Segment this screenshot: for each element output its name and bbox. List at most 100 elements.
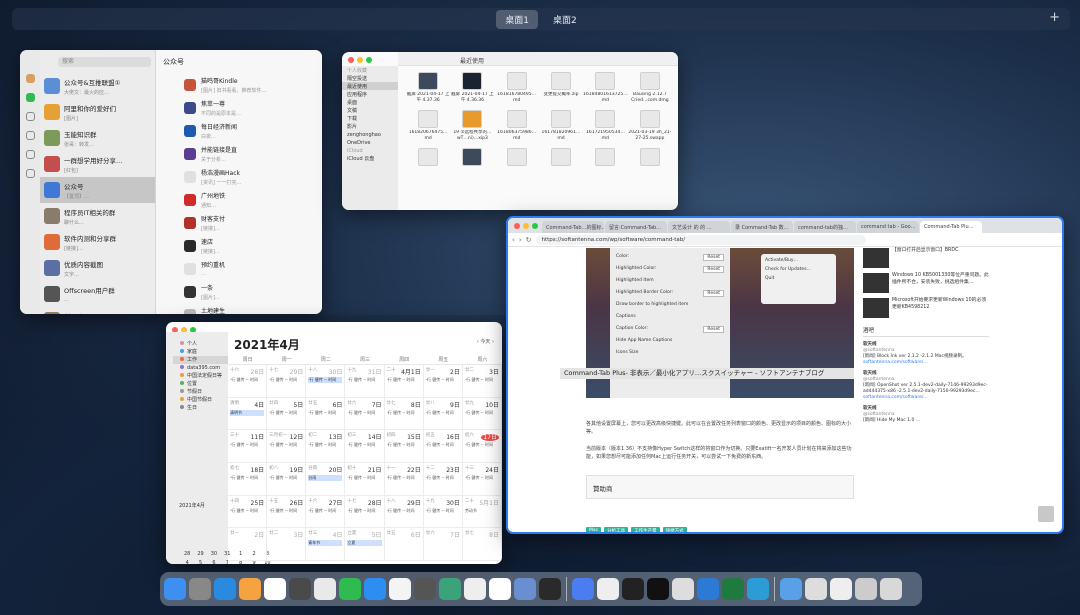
file-item[interactable]: 变更提交概率.zip: [539, 72, 583, 104]
tag[interactable]: 快捷方式: [662, 527, 687, 532]
reset-button[interactable]: Reset: [703, 326, 724, 333]
notion-icon[interactable]: [489, 578, 511, 600]
search-input[interactable]: 搜索: [58, 57, 151, 67]
folder-icon[interactable]: [780, 578, 802, 600]
list-item[interactable]: 玉能知识群 张哥：转发…: [40, 125, 155, 151]
calendar-event[interactable]: 清明节: [230, 409, 265, 416]
list-item[interactable]: 公众号&互推联盟① 大佬文：最火的应…: [40, 73, 155, 99]
list-item[interactable]: 并能链接是直 关于分析…: [184, 142, 322, 165]
file-item[interactable]: 161816780495…md: [495, 72, 539, 104]
day-cell[interactable]: 十八 29日 ·行 健传 -- 时间: [384, 495, 424, 529]
tweet-link[interactable]: softantenna.com/software/…: [863, 395, 989, 401]
wechat-icon[interactable]: [339, 578, 361, 600]
calendar-event[interactable]: ·行 健传 -- 时间: [308, 508, 342, 514]
day-cell[interactable]: 十四 25日 ·行 健传 -- 时间: [228, 495, 268, 529]
list-item[interactable]: 公众号 【置顶】…: [40, 177, 155, 203]
sidebar-item[interactable]: 文稿: [342, 106, 398, 114]
chrome-window[interactable]: Command-Tab…的图标… 留言:Command-Tab… 文艺设计 的 的 …: [506, 216, 1064, 534]
calendar-event[interactable]: ·行 健传 -- 时间: [308, 377, 343, 383]
window-thumb-icon[interactable]: [855, 578, 877, 600]
wechat-window[interactable]: 搜索 公众号&互推联盟① 大佬文：最火的应… 阿里和你的爱好们 [图片] 玉能知识群 张哥…: [20, 50, 322, 314]
sidebar-item[interactable]: 最近使用: [342, 82, 398, 90]
list-item[interactable]: 预约重机…: [184, 257, 322, 280]
mini-day[interactable]: 30: [204, 550, 217, 558]
chrome-icon[interactable]: [314, 578, 336, 600]
excel-icon[interactable]: [722, 578, 744, 600]
chat-icon[interactable]: [25, 93, 35, 102]
file-item[interactable]: [495, 148, 539, 180]
calendar-event[interactable]: ·行 健传 -- 时间: [230, 508, 264, 514]
day-cell[interactable]: 谷雨 20日 谷雨: [306, 463, 346, 496]
related-article[interactable]: Microsoft开始要求更新Windows 10的必须更新KB4598212: [863, 298, 989, 318]
calendar-event[interactable]: ·行 健传 -- 时间: [269, 377, 303, 383]
calendar-event[interactable]: ·行 健传 -- 时间: [269, 475, 303, 481]
calendar-event[interactable]: ·行 健传 -- 时间: [230, 442, 264, 448]
cloud-icon[interactable]: [464, 578, 486, 600]
list-item[interactable]: 速店 [链接]…: [184, 234, 322, 257]
calendar-event[interactable]: ·行 健传 -- 时间: [347, 508, 381, 514]
file-item[interactable]: [406, 148, 450, 180]
trash-icon[interactable]: [880, 578, 902, 600]
day-cell[interactable]: 十一 22日 ·行 健传 -- 时间: [384, 463, 424, 496]
reset-button[interactable]: Reset: [703, 266, 724, 273]
calendar-event[interactable]: ·行 健传 -- 时间: [230, 377, 264, 383]
calendar-event[interactable]: ·行 健传 -- 时间: [230, 475, 264, 481]
day-cell[interactable]: 廿九 10日 ·行 健传 -- 时间: [462, 397, 502, 431]
calendar-list-item[interactable]: 生日: [173, 404, 228, 412]
calendar-event[interactable]: ·行 健传 -- 时间: [387, 377, 421, 383]
add-space-button[interactable]: +: [1049, 10, 1060, 25]
calendar-event[interactable]: ·行 健传 -- 时间: [465, 377, 499, 383]
list-item[interactable]: 猫鸣哥Kindle [图片] 旧书看看，推荐软件…: [184, 73, 322, 96]
minimize-icon[interactable]: [357, 57, 363, 63]
file-item[interactable]: 161806375986…md: [495, 110, 539, 142]
file-item[interactable]: [539, 148, 583, 180]
day-cell[interactable]: 十八 30日 ·行 健传 -- 时间: [306, 365, 346, 398]
today-button[interactable]: ‹ 今天 ›: [477, 338, 494, 345]
reset-button[interactable]: Reset: [703, 290, 724, 297]
file-item[interactable]: Bausing 2.12.7 Cried…com.dmg: [628, 72, 672, 104]
tag[interactable]: 工作生产量: [631, 527, 660, 532]
calendar-event[interactable]: 青年节: [308, 540, 343, 547]
calendar-list-item[interactable]: 节假日: [173, 388, 228, 396]
file-item[interactable]: 161781820961…md: [539, 110, 583, 142]
close-icon[interactable]: [348, 57, 354, 63]
day-cell[interactable]: 初三 14日 ·行 健传 -- 时间: [345, 430, 385, 463]
calendar-event[interactable]: ·行 健传 -- 时间: [426, 475, 460, 481]
sidebar-item[interactable]: 应用程序: [342, 90, 398, 98]
day-cell[interactable]: 廿八 9日 ·行 健传 -- 时间: [423, 397, 463, 431]
calendar-event[interactable]: ·行 健传 -- 时间: [465, 475, 499, 481]
utility-icon[interactable]: [414, 578, 436, 600]
terminal-icon[interactable]: [539, 578, 561, 600]
day-cell[interactable]: 三月初一 12日 ·行 健传 -- 时间: [267, 430, 307, 463]
list-item[interactable]: 每日经济新闻 白夜…: [184, 119, 322, 142]
calendar-event[interactable]: ·行 健传 -- 时间: [387, 475, 421, 481]
list-item[interactable]: 财客支付 [链接]…: [184, 211, 322, 234]
day-cell[interactable]: 十六 28日 ·行 健传 -- 时间: [228, 365, 268, 398]
menu-item[interactable]: Check for Updates…: [765, 267, 832, 276]
calendar-event[interactable]: ·行 健传 -- 时间: [347, 377, 381, 383]
list-item[interactable]: 土地建生…: [184, 303, 322, 314]
list-item[interactable]: 广州地铁 通知…: [184, 188, 322, 211]
day-cell[interactable]: 立夏 5日 立夏: [345, 528, 385, 561]
browser-tab[interactable]: command-tab的独…: [794, 221, 856, 233]
list-item[interactable]: Offscreen用户群…: [40, 281, 155, 307]
day-cell[interactable]: 十九 30日 ·行 健传 -- 时间: [423, 495, 463, 529]
file-item[interactable]: 截屏 2021-04-17 上午 4.36.36: [450, 72, 494, 104]
sidebar-item[interactable]: OneDrive: [342, 138, 398, 146]
app-store-icon[interactable]: [364, 578, 386, 600]
calendar-event[interactable]: ·行 健传 -- 时间: [308, 410, 342, 416]
calendar-list-item[interactable]: 工作: [173, 356, 228, 364]
reminders-icon[interactable]: [597, 578, 619, 600]
calendar-list-item[interactable]: 个人: [173, 340, 228, 348]
calendar-event[interactable]: ·行 健传 -- 时间: [347, 442, 381, 448]
browser-tab[interactable]: Command-Tab…的图标…: [542, 221, 604, 233]
tag[interactable]: Mac: [586, 527, 602, 532]
calendar-list-item[interactable]: 中国法定假日等: [173, 372, 228, 380]
browser-tab[interactable]: 留言:Command-Tab…: [605, 221, 667, 233]
calendar-list-item[interactable]: data395.com: [173, 364, 228, 372]
day-cell[interactable]: 清明 4日 清明节: [228, 397, 268, 431]
list-item[interactable]: 一群想学用好分享… [红包]: [40, 151, 155, 177]
dots-app-icon[interactable]: [389, 578, 411, 600]
preview-icon[interactable]: [514, 578, 536, 600]
menu-item[interactable]: Activate/Buy…: [765, 258, 832, 267]
